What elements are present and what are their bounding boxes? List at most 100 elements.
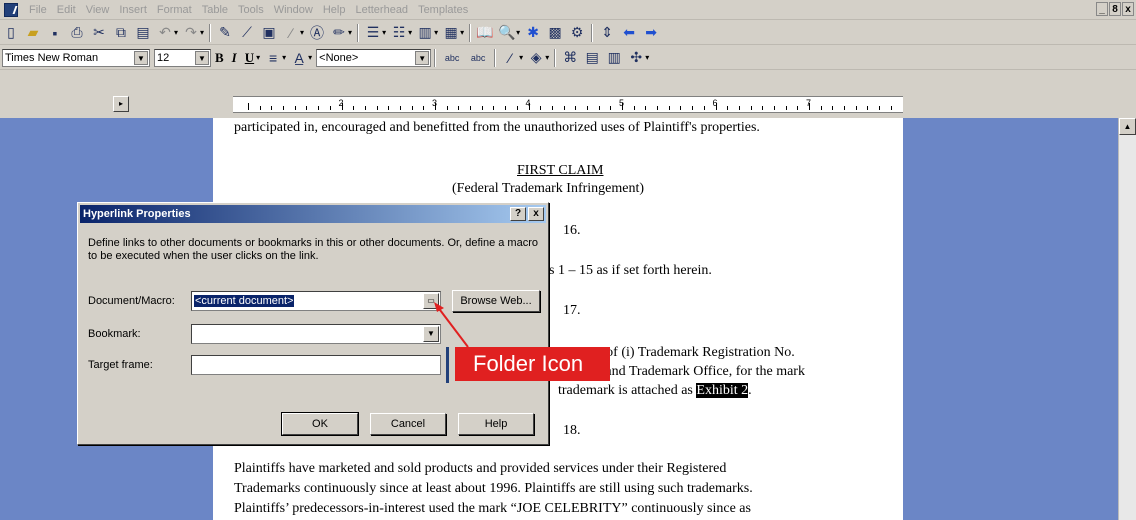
chevron-down-icon[interactable]: ▼ — [415, 50, 430, 65]
font-size-select[interactable]: 12 ▼ — [154, 48, 211, 67]
columns-icon[interactable]: ▥ — [415, 23, 435, 43]
draw-icon[interactable]: ✎ — [215, 23, 235, 43]
chevron-down-icon[interactable]: ▼ — [423, 326, 439, 342]
menu-insert[interactable]: Insert — [114, 0, 152, 20]
navigate-icon[interactable]: ⇕ — [597, 23, 617, 43]
ruler-tick — [551, 106, 553, 110]
sparkle-icon[interactable]: ✱ — [523, 23, 543, 43]
document-macro-field[interactable]: <current document> ▭ — [191, 291, 441, 311]
font-color-icon[interactable]: A̲ — [289, 48, 309, 68]
undo-icon[interactable]: ↶ — [155, 23, 175, 43]
italic-button[interactable]: I — [228, 50, 241, 66]
textbox-icon[interactable]: Ⓐ — [307, 23, 327, 43]
grammar-icon[interactable]: abc — [466, 48, 490, 68]
cancel-button[interactable]: Cancel — [370, 413, 446, 435]
menu-tools[interactable]: Tools — [233, 0, 269, 20]
ruler-tick — [329, 106, 331, 110]
menu-table[interactable]: Table — [197, 0, 233, 20]
image-icon[interactable]: ▣ — [259, 23, 279, 43]
new-document-icon[interactable]: ▯ — [1, 23, 21, 43]
ruler-tick — [470, 106, 472, 110]
browse-web-button[interactable]: Browse Web... — [452, 290, 540, 312]
ruler-tick — [785, 106, 787, 110]
vertical-scrollbar[interactable]: ▲ — [1118, 118, 1136, 520]
ok-button[interactable]: OK — [281, 412, 359, 436]
ruler-tick — [680, 106, 682, 110]
ruler-tick — [248, 103, 249, 110]
chart-icon[interactable]: ▩ — [545, 23, 565, 43]
abc-ace-icon[interactable]: ▥ — [604, 48, 624, 68]
ruler[interactable]: 1234567 — [233, 96, 903, 113]
zoom-icon[interactable]: 🔍 — [497, 23, 517, 43]
ruler-tick — [598, 106, 600, 110]
ruler-tick — [750, 106, 752, 110]
line-icon[interactable]: ⟋ — [237, 23, 257, 43]
menu-letterhead[interactable]: Letterhead — [350, 0, 413, 20]
app-icon[interactable] — [4, 2, 18, 17]
forward-arrow-icon[interactable]: ➡ — [641, 23, 661, 43]
ruler-toggle-button[interactable]: ▸ — [113, 96, 129, 112]
symbols-icon[interactable]: ✣ — [626, 48, 646, 68]
chevron-down-icon[interactable]: ▼ — [134, 50, 148, 65]
fill-icon[interactable]: ◈ — [526, 48, 546, 68]
ruler-tick — [820, 106, 822, 110]
dialog-titlebar[interactable]: Hyperlink Properties ? x — [80, 205, 546, 223]
menu-edit[interactable]: Edit — [52, 0, 81, 20]
menu-format[interactable]: Format — [152, 0, 197, 20]
redo-icon[interactable]: ↷ — [181, 23, 201, 43]
folder-icon[interactable]: ▭ — [423, 293, 439, 309]
doc-line: s 1 – 15 as if set forth herein. — [549, 263, 712, 278]
ruler-tick — [855, 106, 857, 110]
ruler-tick — [668, 106, 670, 110]
ruler-tick — [844, 106, 846, 110]
wordperfect-window: File Edit View Insert Format Table Tools… — [0, 0, 1136, 520]
chevron-down-icon[interactable]: ▼ — [195, 50, 209, 65]
format-icon[interactable]: ⁄ — [500, 48, 520, 68]
ruler-tick — [645, 106, 647, 110]
copy-icon[interactable]: ⧉ — [111, 23, 131, 43]
minimize-button[interactable]: _ — [1096, 2, 1108, 16]
ruler-tick — [306, 106, 308, 110]
bold-button[interactable]: B — [211, 50, 228, 66]
tools-icon[interactable]: ⌘ — [560, 48, 580, 68]
numbering-icon[interactable]: ☷ — [389, 23, 409, 43]
shape-icon[interactable]: ∕ — [281, 23, 301, 43]
highlight-icon[interactable]: ✏ — [329, 23, 349, 43]
restore-button[interactable]: 8 — [1109, 2, 1121, 16]
book-icon[interactable]: 📖 — [475, 23, 495, 43]
help-button[interactable]: Help — [458, 413, 534, 435]
menu-file[interactable]: File — [24, 0, 52, 20]
justify-icon[interactable]: ≡ — [263, 48, 283, 68]
ruler-tick — [633, 106, 635, 110]
back-arrow-icon[interactable]: ⬅ — [619, 23, 639, 43]
style-select[interactable]: <None> ▼ — [316, 48, 432, 67]
ruler-tick — [399, 106, 401, 110]
doc-line: r of (i) Trademark Registration No. — [598, 345, 795, 360]
cut-icon[interactable]: ✂ — [89, 23, 109, 43]
dialog-close-button[interactable]: x — [528, 207, 544, 221]
paragraph-number: 16. — [563, 223, 581, 238]
open-folder-icon[interactable]: ▰ — [23, 23, 43, 43]
target-frame-input[interactable] — [191, 355, 441, 375]
spellcheck-icon[interactable]: abc — [440, 48, 464, 68]
menu-view[interactable]: View — [81, 0, 115, 20]
macro-icon[interactable]: ⚙ — [567, 23, 587, 43]
close-button[interactable]: x — [1122, 2, 1134, 16]
help-question-button[interactable]: ? — [510, 207, 526, 221]
ruler-tick — [259, 106, 261, 110]
menu-templates[interactable]: Templates — [413, 0, 473, 20]
scroll-up-arrow-icon[interactable]: ▲ — [1119, 118, 1136, 135]
menu-help[interactable]: Help — [318, 0, 351, 20]
claim-title: FIRST CLAIM — [517, 163, 604, 178]
abc-table-icon[interactable]: ▤ — [582, 48, 602, 68]
print-icon[interactable]: ⎙ — [67, 23, 87, 43]
paste-icon[interactable]: ▤ — [133, 23, 153, 43]
save-icon[interactable]: ▪ — [45, 23, 65, 43]
menu-window[interactable]: Window — [269, 0, 318, 20]
table-icon[interactable]: ▦ — [441, 23, 461, 43]
bullets-icon[interactable]: ☰ — [363, 23, 383, 43]
bookmark-select[interactable]: ▼ — [191, 324, 441, 344]
ruler-tick — [540, 106, 542, 110]
dialog-title: Hyperlink Properties — [83, 208, 191, 220]
font-name-select[interactable]: Times New Roman ▼ — [2, 48, 150, 67]
